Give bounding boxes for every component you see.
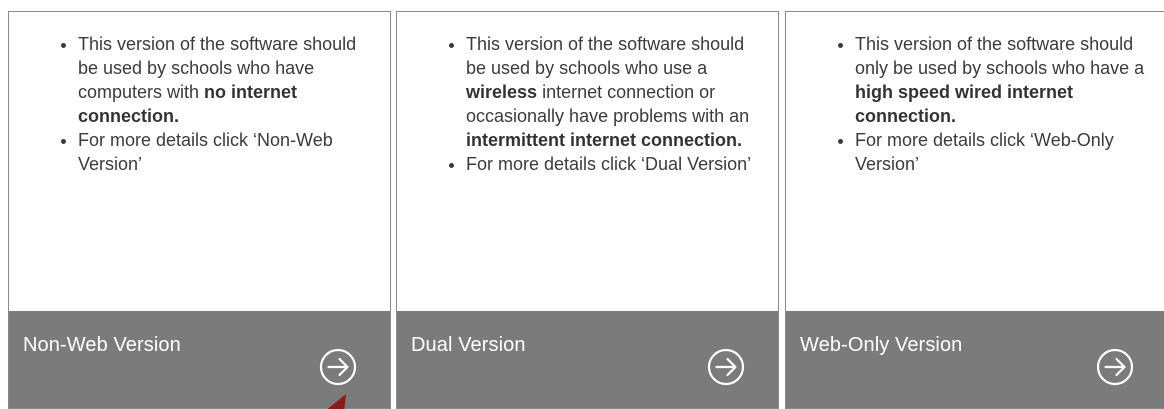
bullet-text: This version of the software should be u… (466, 34, 745, 78)
feature-list: This version of the software should be u… (397, 32, 766, 176)
card-non-web-version: This version of the software should be u… (8, 11, 391, 409)
feature-list: This version of the software should only… (786, 32, 1155, 176)
list-item: For more details click ‘Non-Web Version’ (78, 128, 378, 176)
card-dual-version: This version of the software should be u… (396, 11, 779, 409)
dual-version-button[interactable]: Dual Version (397, 311, 778, 408)
bullet-bold-text: high speed wired internet connection. (855, 82, 1074, 126)
list-item: This version of the software should be u… (466, 32, 766, 152)
card-web-only-version: This version of the software should only… (785, 11, 1164, 409)
card-title: Web-Only Version (800, 334, 963, 356)
bullet-text: For more details click ‘Dual Version’ (466, 154, 752, 174)
bullet-text: This version of the software should only… (855, 34, 1145, 78)
list-item: For more details click ‘Web-Only Version… (855, 128, 1155, 176)
bullet-bold-text: intermittent internet connection. (466, 130, 743, 150)
circle-arrow-right-icon[interactable] (707, 348, 745, 386)
list-item: For more details click ‘Dual Version’ (466, 152, 766, 176)
web-only-version-button[interactable]: Web-Only Version (786, 311, 1164, 408)
circle-arrow-right-icon[interactable] (319, 348, 357, 386)
card-title: Non-Web Version (23, 334, 181, 356)
card-description: This version of the software should be u… (9, 12, 390, 312)
feature-list: This version of the software should be u… (9, 32, 378, 176)
circle-arrow-right-icon[interactable] (1096, 348, 1134, 386)
bullet-bold-text: wireless (466, 82, 538, 102)
red-pointer-arrow-icon (327, 394, 346, 409)
card-title: Dual Version (411, 334, 526, 356)
list-item: This version of the software should only… (855, 32, 1155, 128)
bullet-text: For more details click ‘Web-Only Version… (855, 130, 1114, 174)
card-description: This version of the software should be u… (397, 12, 778, 312)
card-description: This version of the software should only… (786, 12, 1164, 312)
list-item: This version of the software should be u… (78, 32, 378, 128)
bullet-text: For more details click ‘Non-Web Version’ (78, 130, 333, 174)
